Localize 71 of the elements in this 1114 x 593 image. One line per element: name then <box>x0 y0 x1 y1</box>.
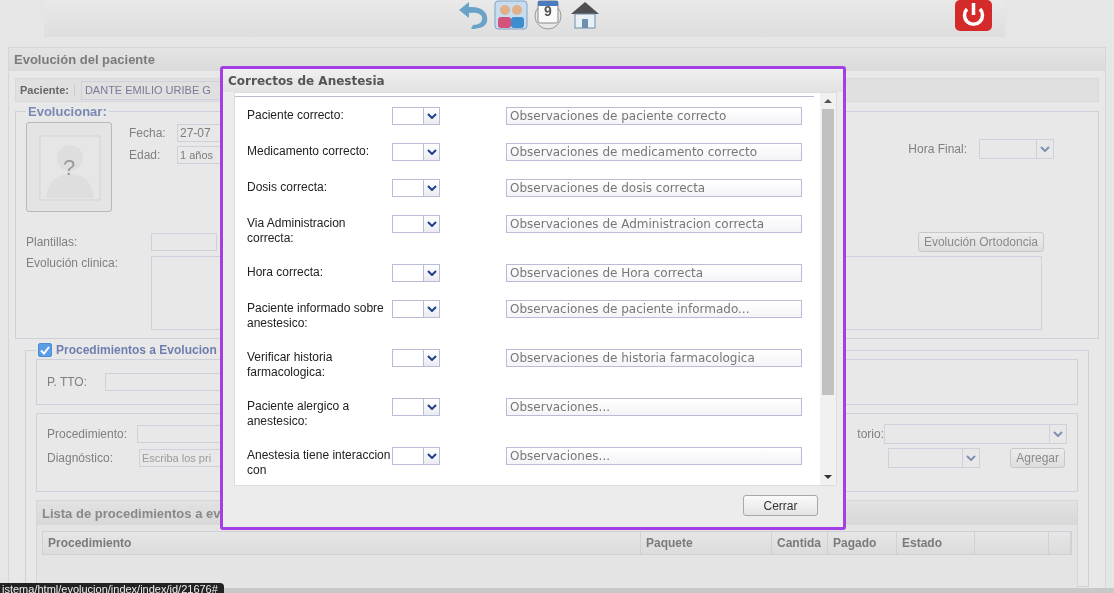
observations-field[interactable]: Observaciones de dosis correcta <box>506 179 802 197</box>
patient-label: Paciente: <box>20 84 75 96</box>
templates-field[interactable] <box>151 233 217 251</box>
list-title: Lista de procedimientos a ev <box>42 505 221 521</box>
check-label: Paciente alergico a anestesico: <box>247 399 351 429</box>
check-label: Hora correcta: <box>247 265 325 280</box>
check-label: Dosis correcta: <box>247 180 329 195</box>
section-legend: Evolucionar: <box>26 104 109 119</box>
close-button[interactable]: Cerrar <box>743 495 818 516</box>
treatment-plan-label: P. TTO: <box>47 375 88 389</box>
chevron-icon <box>966 455 977 461</box>
answer-dropdown[interactable] <box>392 264 440 282</box>
column-header: Estado <box>897 532 975 554</box>
answer-dropdown[interactable] <box>392 215 440 233</box>
power-icon[interactable] <box>955 0 992 31</box>
procedure-label: Procedimiento: <box>47 427 129 441</box>
check-label: Paciente informado sobre anestesico: <box>247 301 385 331</box>
observations-field[interactable]: Observaciones... <box>506 398 802 416</box>
vertical-scrollbar[interactable] <box>820 93 836 485</box>
dialog-title: Correctos de Anestesia <box>228 73 385 88</box>
check-label: Paciente correcto: <box>247 108 345 123</box>
end-time-label: Hora Final: <box>908 142 967 156</box>
observations-field[interactable]: Observaciones de medicamento correcto <box>506 143 802 161</box>
chevron-icon <box>1040 146 1050 152</box>
check-label: Anestesia tiene interaccion con <box>247 448 392 478</box>
observations-field[interactable]: Observaciones de Hora correcta <box>506 264 802 282</box>
column-header: Pagado <box>828 532 897 554</box>
panel-title: Evolución del paciente <box>14 52 155 67</box>
question-mark: ? <box>63 155 76 181</box>
date-label: Fecha: <box>129 126 167 140</box>
answer-dropdown[interactable] <box>392 447 440 465</box>
column-header: Paquete <box>641 532 772 554</box>
chevron-icon <box>426 185 437 191</box>
section-legend: Procedimientos a Evolucion <box>56 343 217 357</box>
calendar-day-number: 9 <box>544 3 552 19</box>
observations-field[interactable]: Observaciones de historia farmacologica <box>506 349 802 367</box>
chevron-icon <box>426 404 437 410</box>
chevron-icon <box>426 306 437 312</box>
answer-dropdown[interactable] <box>392 179 440 197</box>
age-label: Edad: <box>129 148 162 162</box>
clinical-evolution-label: Evolución clinica: <box>26 256 120 270</box>
diagnosis-label: Diagnóstico: <box>47 451 115 465</box>
chevron-icon <box>426 355 437 361</box>
answer-dropdown[interactable] <box>392 398 440 416</box>
observations-field[interactable]: Observaciones de paciente correcto <box>506 107 802 125</box>
checkbox[interactable] <box>38 343 52 357</box>
answer-dropdown[interactable] <box>392 300 440 318</box>
answer-dropdown[interactable] <box>392 143 440 161</box>
chevron-icon <box>426 453 437 459</box>
chevron-icon <box>426 270 437 276</box>
url-tooltip: istema/html/evolucion/index/index/id/21676# <box>0 583 224 593</box>
calendar-icon[interactable] <box>531 0 565 30</box>
observations-field[interactable]: Observaciones... <box>506 447 802 465</box>
office-label: torio: <box>857 427 884 441</box>
add-button[interactable]: Agregar <box>1010 448 1065 468</box>
chevron-icon <box>426 221 437 227</box>
chevron-icon <box>426 149 437 155</box>
check-label: Verificar historia farmacologica: <box>247 350 334 380</box>
check-label: Medicamento correcto: <box>247 144 371 159</box>
chevron-icon <box>1053 431 1063 437</box>
check-label: Via Administracion correcta: <box>247 216 347 246</box>
answer-dropdown[interactable] <box>392 107 440 125</box>
column-header: Procedimiento <box>43 532 641 554</box>
templates-label: Plantillas: <box>26 235 79 249</box>
observations-field[interactable]: Observaciones de Administracion correcta <box>506 215 802 233</box>
orthodontics-button[interactable]: Evolución Ortodoncia <box>917 232 1044 252</box>
column-header: Cantida <box>772 532 828 554</box>
chevron-icon <box>426 113 437 119</box>
observations-field[interactable]: Observaciones de paciente informado... <box>506 300 802 318</box>
answer-dropdown[interactable] <box>392 349 440 367</box>
people-icon[interactable] <box>494 0 528 30</box>
